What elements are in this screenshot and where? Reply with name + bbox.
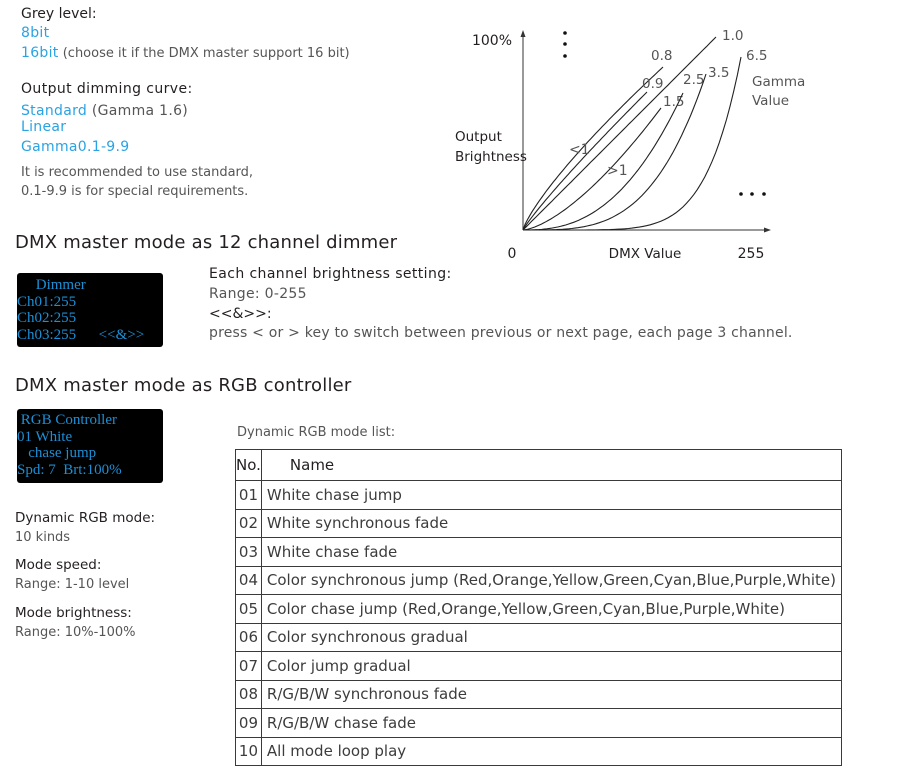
row-name: Color chase jump (Red,Orange,Yellow,Gree… xyxy=(260,594,843,624)
table-row: 07 Color jump gradual xyxy=(235,651,843,681)
row-name: All mode loop play xyxy=(260,736,843,766)
gamma-curve-1-5 xyxy=(522,107,662,231)
horizontal-ellipsis-icon xyxy=(739,192,766,196)
mode-table-caption: Dynamic RGB mode list: xyxy=(237,425,396,440)
row-number: 10 xyxy=(235,736,262,766)
dimmer-desc-title: Each channel brightness setting: xyxy=(209,266,452,282)
legend-title-line2: Value xyxy=(752,93,789,109)
row-name: Color synchronous jump (Red,Orange,Yello… xyxy=(260,565,843,595)
row-name: Color synchronous gradual xyxy=(260,622,843,652)
lcd-line: Ch01:255 xyxy=(17,293,77,310)
row-number: 01 xyxy=(235,480,262,510)
annotation-less-than-1: <1 xyxy=(569,142,590,158)
row-number: 02 xyxy=(235,508,262,538)
table-row: 03 White chase fade xyxy=(235,537,843,567)
lcd-line: Spd: 7 Brt:100% xyxy=(17,461,122,478)
mode-speed-label: Mode speed: xyxy=(15,557,102,573)
gamma-label-2-5: 2.5 xyxy=(683,72,704,88)
header-no: No. xyxy=(235,449,262,481)
row-number: 04 xyxy=(235,565,262,595)
dimmer-range: Range: 0-255 xyxy=(209,286,307,302)
table-row: 05 Color chase jump (Red,Orange,Yellow,Gr… xyxy=(235,594,843,624)
gamma-label-6-5: 6.5 xyxy=(746,48,767,64)
table-row: 01 White chase jump xyxy=(235,480,843,510)
row-name: R/G/B/W synchronous fade xyxy=(260,679,843,709)
row-number: 03 xyxy=(235,537,262,567)
gamma-curve-2-5 xyxy=(523,92,684,231)
y-axis-label-line2: Brightness xyxy=(455,149,527,165)
dimmer-section-heading: DMX master mode as 12 channel dimmer xyxy=(15,232,398,253)
row-number: 07 xyxy=(235,651,262,681)
x-tick-0: 0 xyxy=(508,246,517,262)
table-row: 06 Color synchronous gradual xyxy=(235,622,843,652)
row-number: 05 xyxy=(235,594,262,624)
table-header-row: No. Name xyxy=(235,449,843,481)
gamma-label-0-8: 0.8 xyxy=(651,48,672,64)
row-number: 09 xyxy=(235,708,262,738)
dimmer-keys-label: <<&>>: xyxy=(209,306,272,322)
row-name: White chase jump xyxy=(260,480,843,510)
gamma-label-3-5: 3.5 xyxy=(708,65,729,81)
row-name: White chase fade xyxy=(260,537,843,567)
row-name: White synchronous fade xyxy=(260,508,843,538)
mode-speed-value: Range: 1-10 level xyxy=(15,577,130,592)
row-number: 06 xyxy=(235,622,262,652)
table-row: 09 R/G/B/W chase fade xyxy=(235,708,843,738)
lcd-line: RGB Controller xyxy=(17,412,117,428)
x-axis-label: DMX Value xyxy=(609,246,682,262)
rgb-mode-table: No. Name 01 White chase jump 02 White synch… xyxy=(235,449,843,766)
table-row: 04 Color synchronous jump (Red,Orange,Yel… xyxy=(235,565,843,595)
lcd-line: Ch02:255 xyxy=(17,310,77,326)
gamma-label-1-0: 1.0 xyxy=(722,28,743,44)
rgb-lcd-screen: RGB Controller 01 White chase jump Spd: … xyxy=(17,409,163,483)
legend-title-line1: Gamma xyxy=(752,74,805,90)
lcd-line: chase jump xyxy=(17,445,97,461)
gamma-chart: 0.80.91.01.52.5 3.56.5 100% 0 255 DMX Val… xyxy=(455,28,805,262)
row-name: Color jump gradual xyxy=(260,651,843,681)
y-axis-label-line1: Output xyxy=(455,129,502,145)
row-name: R/G/B/W chase fade xyxy=(260,708,843,738)
row-number: 08 xyxy=(235,679,262,709)
table-row: 10 All mode loop play xyxy=(235,736,843,766)
header-name: Name xyxy=(260,449,843,481)
dynamic-mode-label: Dynamic RGB mode: xyxy=(15,510,156,526)
lcd-line: Ch03:255 <<&>> xyxy=(17,326,145,343)
x-tick-255: 255 xyxy=(738,246,765,262)
lcd-line: 01 White xyxy=(17,428,73,445)
gamma-curve-1-0 xyxy=(522,36,717,231)
table-row: 08 R/G/B/W synchronous fade xyxy=(235,679,843,709)
mode-brightness-value: Range: 10%-100% xyxy=(15,625,136,640)
dimmer-lcd-screen: Dimmer Ch01:255 Ch02:255 Ch03:255 <<&>> xyxy=(17,273,163,347)
gamma-label-0-9: 0.9 xyxy=(642,76,663,92)
annotation-greater-than-1: >1 xyxy=(607,163,628,179)
dynamic-mode-value: 10 kinds xyxy=(15,530,71,545)
mode-brightness-label: Mode brightness: xyxy=(15,605,132,621)
gamma-curve-0-9 xyxy=(522,91,648,231)
y-tick-100: 100% xyxy=(472,33,512,49)
lcd-line: Dimmer xyxy=(17,277,86,293)
vertical-ellipsis-icon xyxy=(563,31,567,58)
dimmer-keys-desc: press < or > key to switch between previ… xyxy=(209,325,793,341)
rgb-section-heading: DMX master mode as RGB controller xyxy=(15,375,352,396)
table-row: 02 White synchronous fade xyxy=(235,508,843,538)
